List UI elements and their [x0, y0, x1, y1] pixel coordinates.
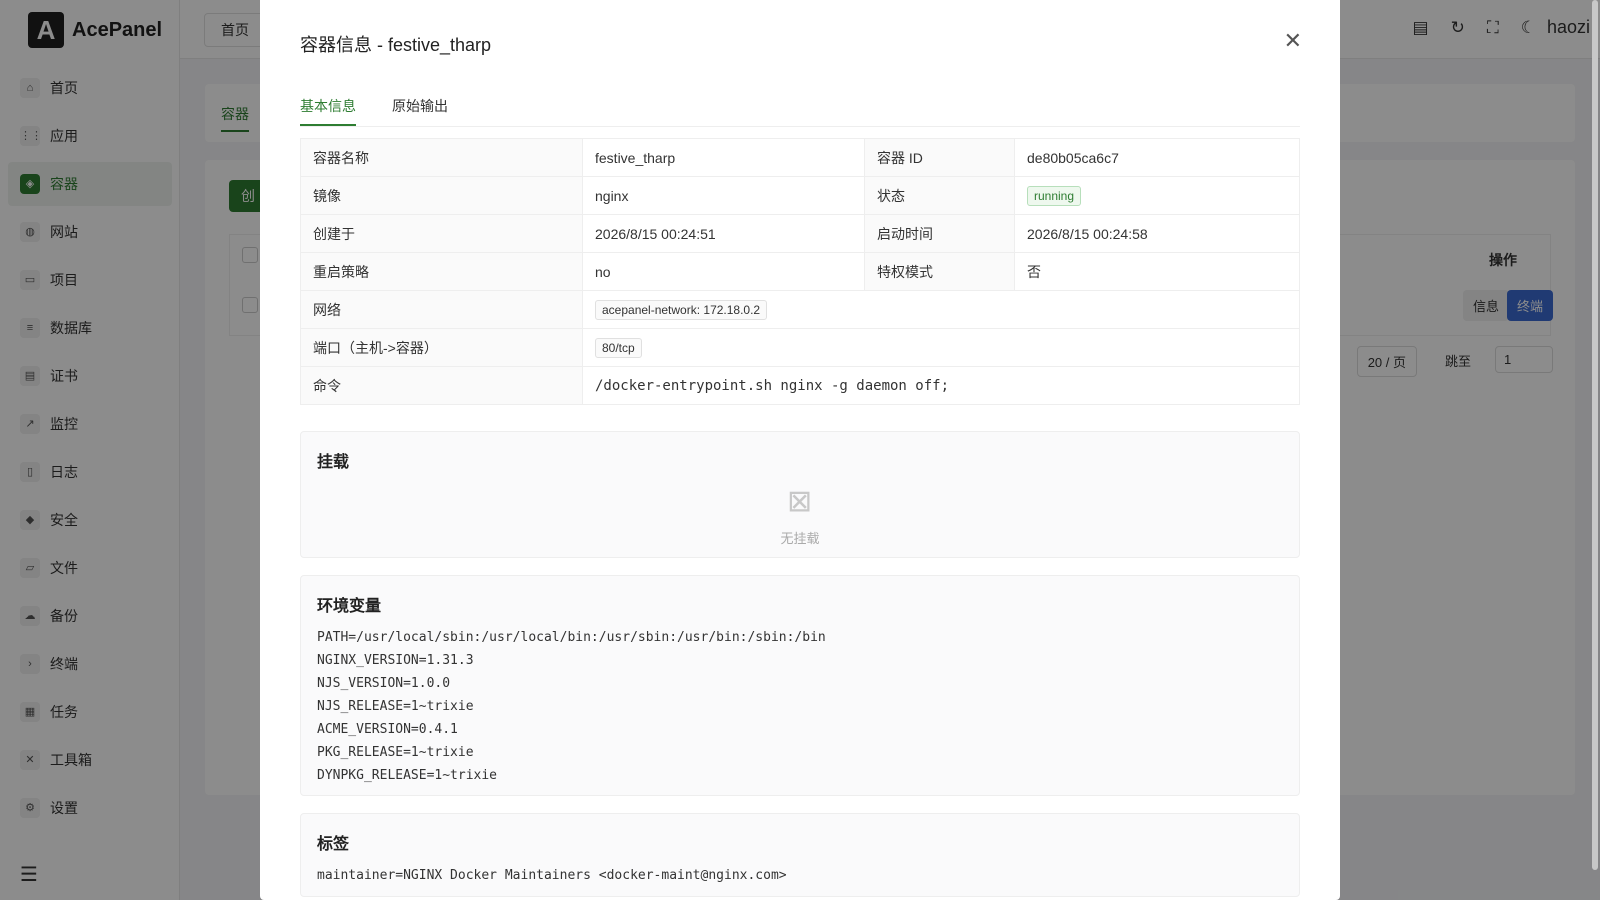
name-value: festive_tharp — [582, 138, 865, 177]
mounts-empty-text: 无挂载 — [780, 531, 820, 546]
env-line: PATH=/usr/local/sbin:/usr/local/bin:/usr… — [317, 630, 826, 645]
id-label: 容器 ID — [864, 138, 1015, 177]
env-line: NJS_RELEASE=1~trixie — [317, 699, 474, 714]
mounts-title: 挂载 — [317, 454, 350, 471]
env-list: PATH=/usr/local/sbin:/usr/local/bin:/usr… — [317, 626, 826, 787]
env-line: ACME_VERSION=0.4.1 — [317, 722, 458, 737]
labels-list: maintainer=NGINX Docker Maintainers <doc… — [317, 864, 787, 887]
labels-title: 标签 — [317, 836, 350, 853]
image-value: nginx — [582, 176, 865, 215]
started-label: 启动时间 — [864, 214, 1015, 253]
env-line: NJS_VERSION=1.0.0 — [317, 676, 451, 691]
tab-basic-info[interactable]: 基本信息 — [300, 96, 356, 126]
network-tag: acepanel-network: 172.18.0.2 — [595, 299, 768, 320]
restart-value: no — [582, 252, 865, 291]
ports-label: 端口（主机->容器） — [300, 328, 583, 367]
privileged-label: 特权模式 — [864, 252, 1015, 291]
started-value: 2026/8/15 00:24:58 — [1014, 214, 1300, 253]
mounts-section: 挂载 ⊠ 无挂载 — [300, 431, 1300, 558]
env-line: DYNPKG_RELEASE=1~trixie — [317, 768, 498, 783]
id-value: de80b05ca6c7 — [1014, 138, 1300, 177]
status-badge: running — [1027, 185, 1082, 206]
label-line: maintainer=NGINX Docker Maintainers <doc… — [317, 868, 787, 883]
name-label: 容器名称 — [300, 138, 583, 177]
network-label: 网络 — [300, 290, 583, 329]
env-title: 环境变量 — [317, 598, 382, 615]
restart-label: 重启策略 — [300, 252, 583, 291]
privileged-value: 否 — [1014, 252, 1300, 291]
info-table: 容器名称 festive_tharp 容器 ID de80b05ca6c7 镜像… — [300, 138, 1300, 405]
created-value: 2026/8/15 00:24:51 — [582, 214, 865, 253]
scrollbar[interactable] — [1592, 0, 1598, 870]
env-line: NGINX_VERSION=1.31.3 — [317, 653, 474, 668]
empty-inbox-icon: ⊠ — [787, 485, 813, 518]
image-label: 镜像 — [300, 176, 583, 215]
modal-title: 容器信息 - festive_tharp — [300, 35, 492, 55]
state-label: 状态 — [864, 176, 1015, 215]
container-info-modal: 容器信息 - festive_tharp ✕ 基本信息 原始输出 容器名称 fe… — [260, 0, 1340, 900]
env-line: PKG_RELEASE=1~trixie — [317, 745, 474, 760]
tab-raw-output[interactable]: 原始输出 — [392, 96, 448, 124]
close-icon[interactable]: ✕ — [1284, 28, 1302, 54]
created-label: 创建于 — [300, 214, 583, 253]
command-label: 命令 — [300, 366, 583, 405]
labels-section: 标签 maintainer=NGINX Docker Maintainers <… — [300, 813, 1300, 897]
env-section: 环境变量 PATH=/usr/local/sbin:/usr/local/bin… — [300, 575, 1300, 796]
modal-tabs: 基本信息 原始输出 — [300, 92, 1300, 127]
command-value: /docker-entrypoint.sh nginx -g daemon of… — [582, 366, 1300, 405]
port-tag: 80/tcp — [595, 337, 642, 358]
